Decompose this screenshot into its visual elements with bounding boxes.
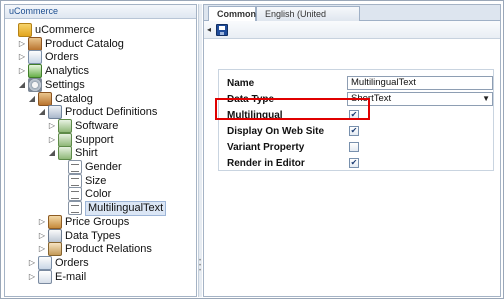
tree-node-label: Orders <box>45 51 79 64</box>
tree-node-label: Catalog <box>55 92 93 105</box>
display-on-web-site-checkbox[interactable]: ✔ <box>349 126 359 136</box>
tab-english-united-states[interactable]: English (United States) <box>256 6 360 33</box>
display-on-web-site-label: Display On Web Site <box>227 126 325 137</box>
collapse-arrow-icon[interactable]: ◢ <box>38 104 46 120</box>
save-icon[interactable] <box>216 24 228 36</box>
toolbar: ◂ <box>204 21 500 39</box>
tree-node-label: E-mail <box>55 270 87 283</box>
panel-header: uCommerce <box>5 5 196 19</box>
tree-node-label: Product Relations <box>65 243 152 256</box>
editor-panel: Common English (United States) ◂ Name Mu… <box>203 4 501 297</box>
tree-node-label: Support <box>75 133 114 146</box>
expand-arrow-icon[interactable]: ▷ <box>28 269 36 285</box>
variant-property-label: Variant Property <box>227 142 305 153</box>
navigation-panel: uCommerce uCommerce ▷ Product Catalog ▷ Orde… <box>4 4 197 297</box>
collapse-arrow-icon[interactable]: ◢ <box>28 91 36 107</box>
tree-node-label: Data Types <box>65 229 121 242</box>
variant-property-checkbox[interactable] <box>349 142 359 152</box>
highlight-annotation <box>215 98 370 120</box>
tree-node-label: Orders <box>55 256 89 269</box>
collapse-arrow-icon[interactable]: ◢ <box>18 77 26 93</box>
no-expander <box>8 22 16 38</box>
tree-node-label: Settings <box>45 78 85 91</box>
tree-node-label: Size <box>85 174 107 187</box>
tree-node-label: Price Groups <box>65 215 130 228</box>
back-arrow-icon[interactable]: ◂ <box>207 25 211 34</box>
chevron-down-icon: ▼ <box>482 94 490 103</box>
tab-strip: Common English (United States) <box>204 5 500 33</box>
email-icon <box>38 269 52 284</box>
name-label: Name <box>227 78 255 89</box>
collapse-arrow-icon[interactable]: ◢ <box>48 145 56 161</box>
render-in-editor-checkbox[interactable]: ✔ <box>349 158 359 168</box>
tab-common[interactable]: Common <box>208 6 256 22</box>
tree-node-label: Software <box>75 119 119 132</box>
tree-node-label: Gender <box>85 161 122 173</box>
name-input[interactable]: MultilingualText <box>347 76 493 90</box>
definition-field-form: Name MultilingualText Data Type ShortTex… <box>218 69 494 171</box>
tree-node-label: Color <box>85 188 112 201</box>
render-in-editor-label: Render in Editor <box>227 158 305 169</box>
tree-node-label: Product Definitions <box>65 106 158 119</box>
app-window: uCommerce uCommerce ▷ Product Catalog ▷ Orde… <box>0 0 504 299</box>
splitter-grip-icon: • • • <box>199 258 202 274</box>
tree-node-e-mail[interactable]: ▷ E-mail <box>28 269 86 285</box>
tree-node-label: uCommerce <box>35 24 95 36</box>
tree-node-label: Product Catalog <box>45 37 124 50</box>
panel-splitter[interactable]: • • • <box>198 4 202 297</box>
tree-node-label: Shirt <box>75 147 98 160</box>
tree-node-label: Analytics <box>45 65 90 78</box>
